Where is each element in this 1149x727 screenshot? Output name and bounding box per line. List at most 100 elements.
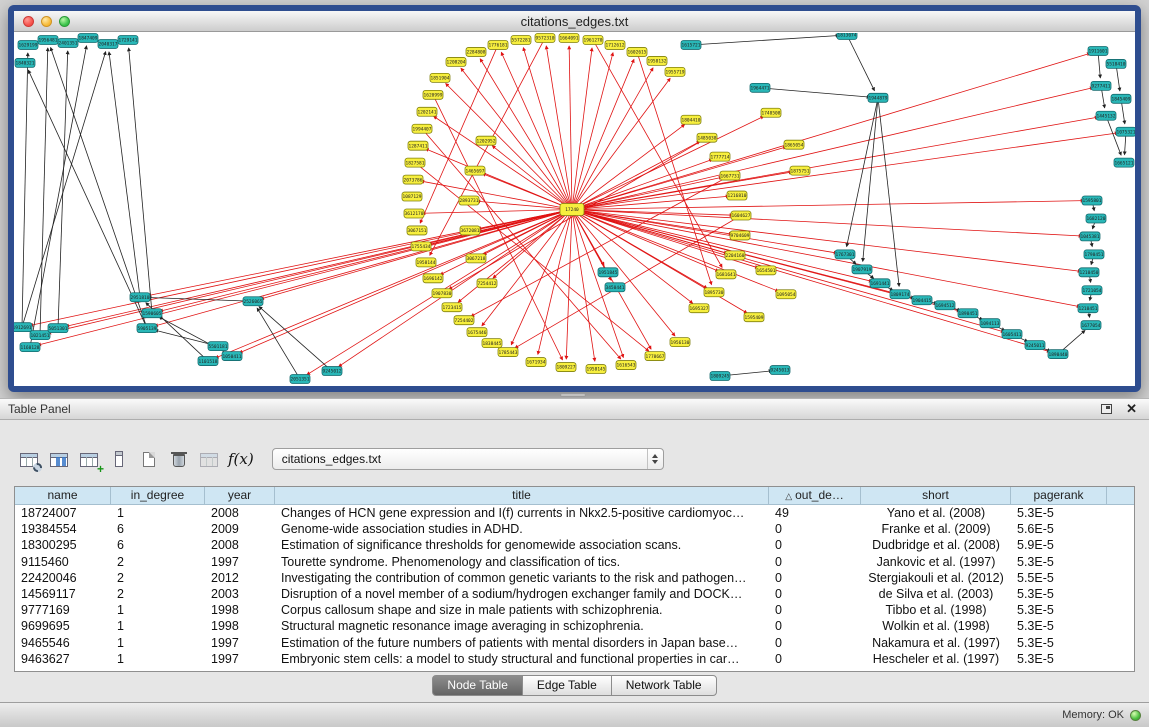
cell-pagerank[interactable]: 5.6E-5 bbox=[1011, 521, 1107, 537]
minimize-window-button[interactable] bbox=[41, 16, 52, 27]
table-row[interactable]: 946554611997Estimation of the future num… bbox=[15, 635, 1134, 651]
column-header-in-degree[interactable]: in_degree bbox=[111, 487, 205, 505]
graph-node[interactable]: 9245012 bbox=[322, 367, 342, 376]
cell-in-degree[interactable]: 1 bbox=[111, 651, 205, 667]
cell-name[interactable]: 9465546 bbox=[15, 635, 111, 651]
graph-node[interactable]: 1958145 bbox=[586, 365, 606, 374]
graph-node[interactable]: 1804410 bbox=[681, 115, 701, 124]
graph-node[interactable]: 2051351 bbox=[290, 375, 310, 384]
cell-title[interactable]: Structural magnetic resonance image aver… bbox=[275, 618, 769, 634]
graph-node[interactable]: 1664091 bbox=[559, 33, 579, 42]
cell-title[interactable]: Corpus callosum shape and size in male p… bbox=[275, 602, 769, 618]
cell-in-degree[interactable]: 1 bbox=[111, 635, 205, 651]
graph-node[interactable]: 2040317 bbox=[98, 39, 118, 48]
cell-in-degree[interactable]: 1 bbox=[111, 602, 205, 618]
graph-node[interactable]: 9704609 bbox=[730, 231, 750, 240]
cell-in-degree[interactable]: 1 bbox=[111, 618, 205, 634]
graph-node[interactable]: 1748508 bbox=[761, 108, 781, 117]
cell-short[interactable]: Yano et al. (2008) bbox=[861, 505, 1011, 521]
cell-in-degree[interactable]: 2 bbox=[111, 554, 205, 570]
graph-node[interactable]: 1202952 bbox=[476, 136, 496, 145]
table-selector-dropdown[interactable]: citations_edges.txt bbox=[272, 448, 664, 470]
column-header-title[interactable]: title bbox=[275, 487, 769, 505]
graph-node[interactable]: 3672081 bbox=[460, 226, 480, 235]
graph-node[interactable]: 1845409 bbox=[1111, 94, 1131, 103]
graph-node[interactable]: 1590605 bbox=[142, 309, 162, 318]
graph-node[interactable]: 1595801 bbox=[1082, 196, 1102, 205]
graph-node[interactable]: 1907919 bbox=[852, 265, 872, 274]
column-header-year[interactable]: year bbox=[205, 487, 275, 505]
graph-node[interactable]: 1767301 bbox=[835, 250, 855, 259]
cell-pagerank[interactable]: 5.5E-5 bbox=[1011, 570, 1107, 586]
column-header-out-de-[interactable]: △out_de… bbox=[769, 487, 861, 505]
graph-node[interactable]: 1682120 bbox=[1086, 214, 1106, 223]
graph-node[interactable]: 1911601 bbox=[1088, 46, 1108, 55]
edit-columns-icon[interactable]: + bbox=[74, 447, 104, 473]
graph-node[interactable]: 1605411 bbox=[1002, 330, 1022, 339]
graph-node[interactable]: 1890440 bbox=[1048, 350, 1068, 359]
cell-short[interactable]: Nakamura et al. (1997) bbox=[861, 635, 1011, 651]
column-header-pagerank[interactable]: pagerank bbox=[1011, 487, 1107, 505]
cell-title[interactable]: Genome-wide association studies in ADHD. bbox=[275, 521, 769, 537]
graph-node[interactable]: 1956130 bbox=[670, 338, 690, 347]
float-panel-icon[interactable] bbox=[1101, 404, 1112, 414]
graph-node[interactable]: 1895730 bbox=[704, 288, 724, 297]
compact-view-icon[interactable] bbox=[104, 446, 134, 472]
graph-node[interactable]: 1050411 bbox=[222, 352, 242, 361]
graph-node[interactable]: 1681641 bbox=[716, 270, 736, 279]
close-panel-icon[interactable]: ✕ bbox=[1126, 401, 1137, 417]
cell-title[interactable]: Investigating the contribution of common… bbox=[275, 570, 769, 586]
cell-out-de-[interactable]: 0 bbox=[769, 586, 861, 602]
graph-node[interactable]: 1095054 bbox=[776, 290, 796, 299]
graph-node[interactable]: 5051301 bbox=[48, 324, 68, 333]
cell-name[interactable]: 9777169 bbox=[15, 602, 111, 618]
graph-node[interactable]: 1904415 bbox=[912, 296, 932, 305]
table-row[interactable]: 977716911998Corpus callosum shape and si… bbox=[15, 602, 1134, 618]
graph-node[interactable]: 1955719 bbox=[665, 67, 685, 76]
cell-pagerank[interactable]: 5.3E-5 bbox=[1011, 602, 1107, 618]
graph-node[interactable]: 1604627 bbox=[731, 211, 751, 220]
cell-short[interactable]: de Silva et al. (2003) bbox=[861, 586, 1011, 602]
graph-node[interactable]: 1809245 bbox=[710, 372, 730, 381]
splitter-grip-icon[interactable] bbox=[560, 393, 586, 397]
graph-node[interactable]: 1695327 bbox=[689, 304, 709, 313]
cell-year[interactable]: 1998 bbox=[205, 602, 275, 618]
cell-name[interactable]: 14569117 bbox=[15, 586, 111, 602]
cell-title[interactable]: Changes of HCN gene expression and I(f) … bbox=[275, 505, 769, 521]
graph-node[interactable]: 1485038 bbox=[697, 133, 717, 142]
cell-year[interactable]: 1997 bbox=[205, 554, 275, 570]
graph-node[interactable]: 1827581 bbox=[405, 158, 425, 167]
cell-pagerank[interactable]: 5.3E-5 bbox=[1011, 505, 1107, 521]
cell-short[interactable]: Stergiakouli et al. (2012) bbox=[861, 570, 1011, 586]
graph-node[interactable]: 1755434 bbox=[411, 242, 431, 251]
cell-name[interactable]: 18300295 bbox=[15, 537, 111, 553]
graph-node[interactable]: 1790451 bbox=[1084, 250, 1104, 259]
graph-node[interactable]: 17240 bbox=[560, 204, 584, 216]
graph-node[interactable]: 7254412 bbox=[477, 279, 497, 288]
graph-node[interactable]: 1712612 bbox=[605, 40, 625, 49]
network-canvas[interactable]: 17240 1851904 1620999 1202141 1994407 12… bbox=[14, 33, 1135, 386]
graph-node[interactable]: 5572281 bbox=[511, 35, 531, 44]
window-titlebar[interactable]: citations_edges.txt bbox=[14, 11, 1135, 32]
cell-out-de-[interactable]: 49 bbox=[769, 505, 861, 521]
cell-year[interactable]: 2009 bbox=[205, 521, 275, 537]
import-table-icon[interactable] bbox=[194, 447, 224, 473]
graph-node[interactable]: 1667731 bbox=[720, 171, 740, 180]
cell-name[interactable]: 22420046 bbox=[15, 570, 111, 586]
graph-node[interactable]: 1210451 bbox=[1078, 304, 1098, 313]
network-graph[interactable]: 17240 1851904 1620999 1202141 1994407 12… bbox=[14, 33, 1135, 386]
graph-node[interactable]: 1961270 bbox=[583, 35, 603, 44]
table-row[interactable]: 911546021997Tourette syndrome. Phenomeno… bbox=[15, 554, 1134, 570]
graph-node[interactable]: 1101518 bbox=[198, 357, 218, 366]
column-header-short[interactable]: short bbox=[861, 487, 1011, 505]
cell-year[interactable]: 1998 bbox=[205, 618, 275, 634]
function-builder-button[interactable]: f(x) bbox=[228, 450, 254, 468]
cell-title[interactable]: Disruption of a novel member of a sodium… bbox=[275, 586, 769, 602]
cell-title[interactable]: Embryonic stem cells: a model to study s… bbox=[275, 651, 769, 667]
cell-name[interactable]: 9699695 bbox=[15, 618, 111, 634]
cell-in-degree[interactable]: 1 bbox=[111, 505, 205, 521]
graph-node[interactable]: 1944879 bbox=[868, 93, 888, 102]
graph-node[interactable]: 1875751 bbox=[790, 166, 810, 175]
graph-node[interactable]: 1694512 bbox=[935, 301, 955, 310]
graph-node[interactable]: 1777714 bbox=[710, 152, 730, 161]
